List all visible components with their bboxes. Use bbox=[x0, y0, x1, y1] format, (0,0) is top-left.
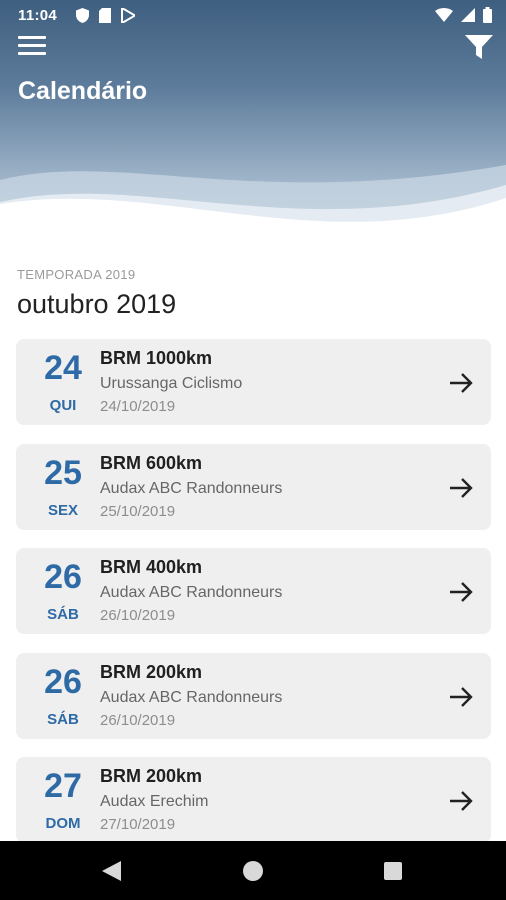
event-date: 26/10/2019 bbox=[100, 607, 176, 624]
event-date: 24/10/2019 bbox=[100, 398, 176, 415]
event-card[interactable]: 26 SÁB BRM 200km Audax ABC Randonneurs 2… bbox=[16, 652, 491, 739]
recents-icon[interactable] bbox=[384, 862, 402, 880]
header-wave-decoration bbox=[0, 165, 506, 250]
event-name: BRM 400km bbox=[100, 557, 203, 577]
page-title: Calendário bbox=[18, 77, 148, 105]
month-title: outubro 2019 bbox=[17, 289, 177, 319]
event-organizer: Audax ABC Randonneurs bbox=[100, 479, 283, 497]
event-weekday: SEX bbox=[47, 501, 78, 519]
hamburger-menu-icon[interactable] bbox=[18, 36, 48, 60]
status-time: 11:04 bbox=[18, 7, 58, 24]
status-bar: 11:04 bbox=[0, 0, 506, 32]
season-label: TEMPORADA 2019 bbox=[17, 267, 136, 282]
event-card[interactable]: 27 DOM BRM 200km Audax Erechim 27/10/201… bbox=[16, 757, 491, 843]
event-card[interactable]: 25 SEX BRM 600km Audax ABC Randonneurs 2… bbox=[16, 443, 491, 530]
event-name: BRM 600km bbox=[100, 452, 203, 473]
event-card[interactable]: 24 QUI BRM 1000km Urussanga Ciclismo 24/… bbox=[16, 339, 491, 425]
system-nav-bar bbox=[0, 841, 506, 900]
event-date: 25/10/2019 bbox=[100, 502, 176, 520]
event-name: BRM 200km bbox=[100, 766, 203, 786]
header-banner: 11:04 Calendário bbox=[0, 0, 506, 250]
event-list: 24 QUI BRM 1000km Urussanga Ciclismo 24/… bbox=[16, 339, 491, 862]
event-day: 27 bbox=[44, 767, 82, 805]
filter-funnel-icon[interactable] bbox=[464, 32, 494, 62]
sim-card-icon bbox=[99, 8, 111, 23]
arrow-right-icon[interactable] bbox=[447, 683, 475, 711]
event-card[interactable]: 26 SÁB BRM 400km Audax ABC Randonneurs 2… bbox=[16, 548, 491, 634]
event-name: BRM 200km bbox=[100, 661, 203, 682]
event-name: BRM 1000km bbox=[100, 348, 213, 368]
event-date: 26/10/2019 bbox=[100, 711, 176, 729]
event-day: 25 bbox=[44, 453, 82, 492]
event-day: 24 bbox=[44, 349, 82, 387]
shield-icon bbox=[76, 8, 89, 23]
back-icon[interactable] bbox=[99, 860, 123, 882]
event-organizer: Audax ABC Randonneurs bbox=[100, 688, 283, 706]
wifi-icon bbox=[435, 8, 453, 22]
arrow-right-icon[interactable] bbox=[447, 787, 475, 815]
event-organizer: Audax ABC Randonneurs bbox=[100, 584, 283, 601]
event-weekday: QUI bbox=[49, 397, 77, 414]
play-store-icon bbox=[121, 8, 135, 23]
event-day: 26 bbox=[44, 662, 82, 701]
event-day: 26 bbox=[44, 558, 82, 596]
home-icon[interactable] bbox=[243, 861, 263, 881]
arrow-right-icon[interactable] bbox=[447, 369, 475, 397]
event-weekday: SÁB bbox=[47, 710, 79, 728]
event-organizer: Urussanga Ciclismo bbox=[100, 375, 243, 392]
battery-icon bbox=[483, 7, 492, 23]
event-weekday: SÁB bbox=[47, 606, 79, 623]
event-organizer: Audax Erechim bbox=[100, 793, 209, 810]
event-date: 27/10/2019 bbox=[100, 816, 176, 833]
arrow-right-icon[interactable] bbox=[447, 474, 475, 502]
signal-icon bbox=[461, 8, 475, 22]
arrow-right-icon[interactable] bbox=[447, 578, 475, 606]
event-weekday: DOM bbox=[45, 815, 81, 832]
